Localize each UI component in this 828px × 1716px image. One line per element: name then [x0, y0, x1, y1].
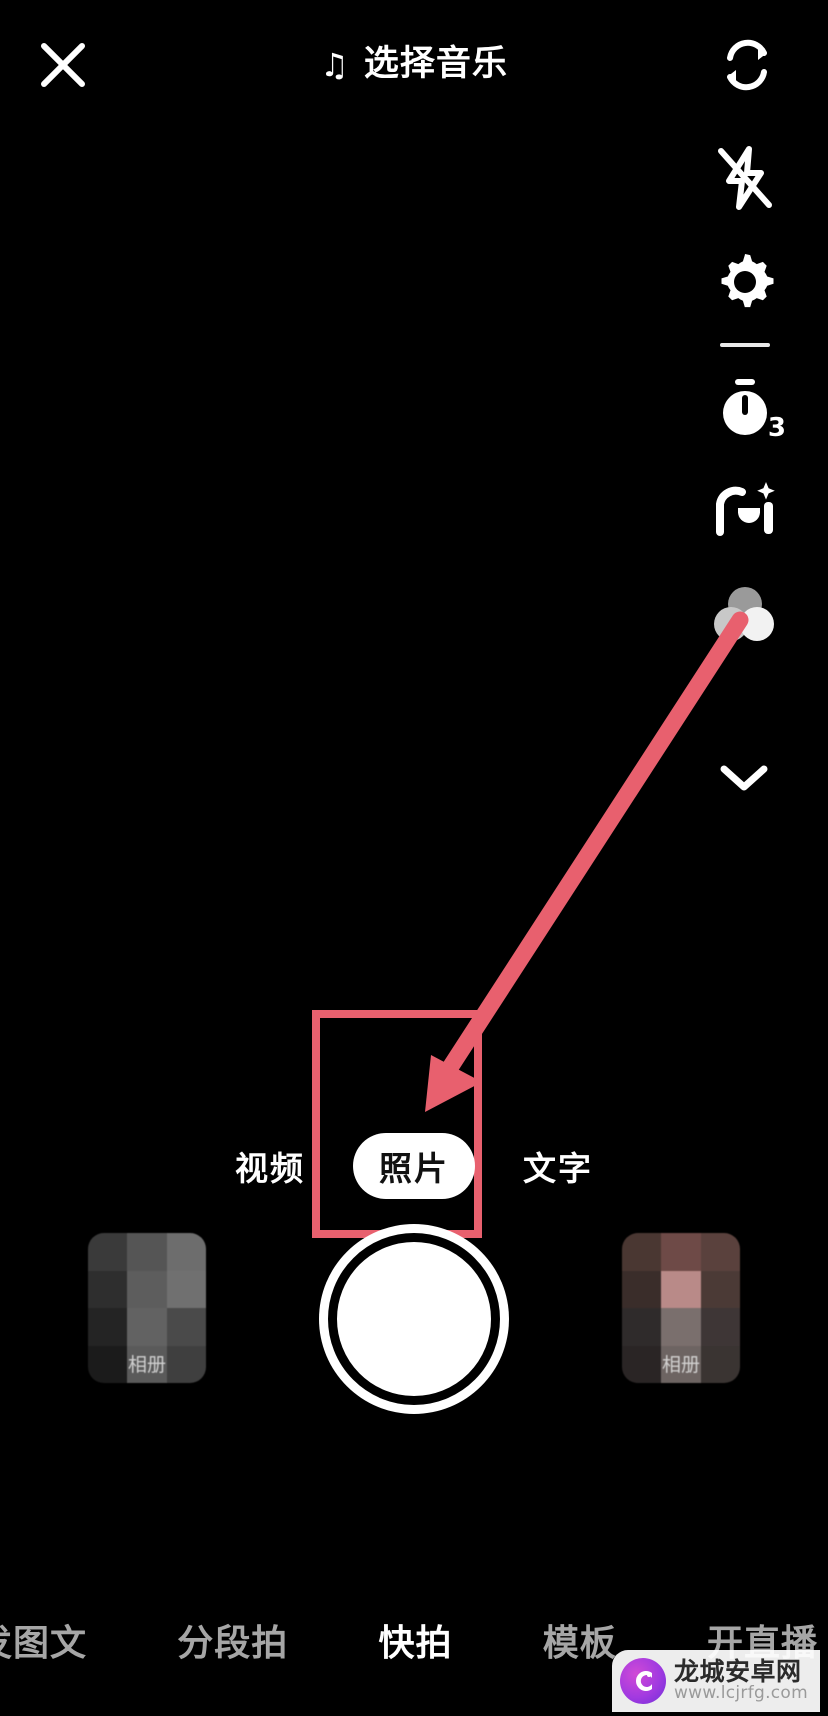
- filters-button[interactable]: [702, 573, 788, 659]
- watermark-logo-icon: [619, 1658, 666, 1704]
- beauty-button[interactable]: [702, 467, 788, 553]
- tab-post-graphic[interactable]: 发图文: [0, 1614, 93, 1666]
- annotation-highlight-box: [312, 1010, 482, 1238]
- gallery-thumbnail-right-label: 相册: [661, 1354, 700, 1376]
- timer-icon: [723, 379, 767, 435]
- capture-mode-selector: 视频 照片 文字: [0, 1133, 828, 1199]
- mode-text[interactable]: 文字: [519, 1134, 597, 1198]
- select-music-button[interactable]: ♫ 选择音乐: [0, 38, 828, 90]
- site-watermark: 龙城安卓网 www.lcjrfg.com: [611, 1650, 820, 1712]
- rail-divider: [720, 343, 770, 347]
- watermark-text: 龙城安卓网 www.lcjrfg.com: [673, 1656, 808, 1704]
- gear-icon: [721, 254, 774, 308]
- tab-template[interactable]: 模板: [537, 1614, 623, 1666]
- music-note-icon: ♫: [320, 46, 350, 84]
- mode-video[interactable]: 视频: [231, 1134, 309, 1198]
- flash-off-button[interactable]: [702, 135, 788, 221]
- gallery-thumbnail-right[interactable]: 相册: [622, 1233, 740, 1383]
- tab-segmented-shoot[interactable]: 分段拍: [171, 1614, 294, 1666]
- dragon-c-icon: [635, 1671, 652, 1691]
- right-toolbar: 3: [702, 135, 788, 659]
- annotation-arrow: [425, 611, 749, 1112]
- timer-button[interactable]: 3: [702, 365, 788, 451]
- tab-quick-shoot[interactable]: 快拍: [372, 1614, 458, 1666]
- shutter-button[interactable]: [328, 1233, 500, 1405]
- timer-badge: 3: [767, 413, 786, 443]
- chevron-down-icon: [720, 765, 768, 791]
- gallery-thumbnail-left[interactable]: 相册: [88, 1233, 206, 1383]
- flash-off-icon: [718, 146, 772, 210]
- watermark-site-name: 龙城安卓网: [673, 1656, 802, 1686]
- flip-camera-button[interactable]: [714, 32, 780, 98]
- gallery-thumbnail-left-label: 相册: [127, 1354, 166, 1376]
- settings-button[interactable]: [702, 239, 788, 325]
- top-bar: ♫ 选择音乐: [0, 0, 828, 130]
- watermark-site-url: www.lcjrfg.com: [673, 1683, 808, 1704]
- camera-flip-icon: [727, 39, 767, 91]
- camera-screen: ♫ 选择音乐 3 视频 照片 文字 相册 相册 图文 分段拍 快拍 模板 开直播…: [0, 0, 828, 1716]
- collapse-toolbar-button[interactable]: [716, 750, 772, 806]
- mode-photo[interactable]: 照片: [353, 1133, 475, 1199]
- beauty-icon: [716, 482, 775, 536]
- select-music-label: 选择音乐: [363, 44, 508, 84]
- filter-circles-icon: [714, 587, 776, 645]
